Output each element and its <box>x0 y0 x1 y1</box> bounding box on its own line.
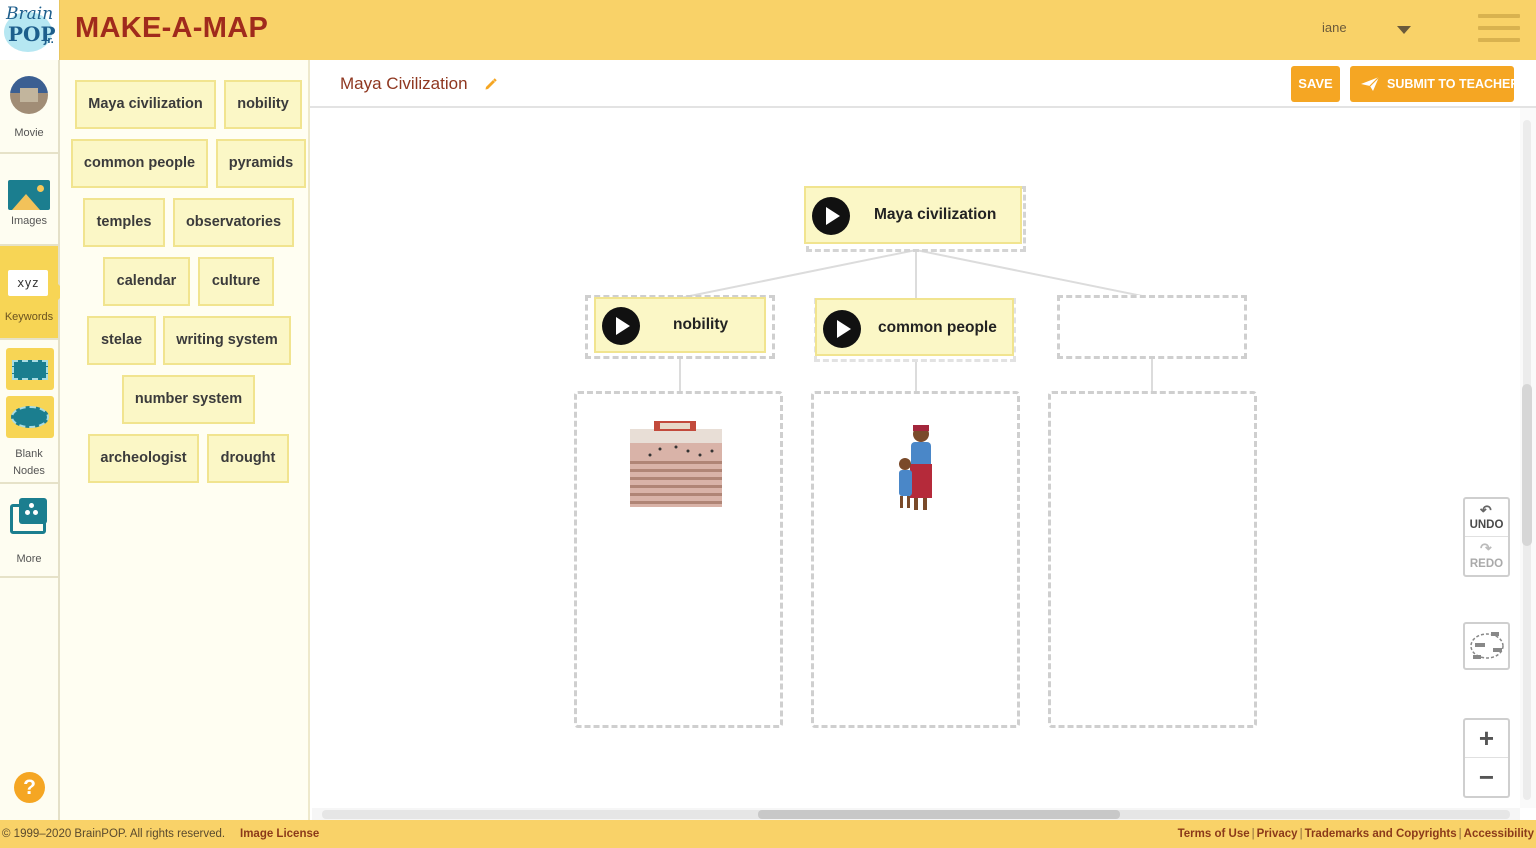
user-name[interactable]: iane <box>1322 20 1347 35</box>
concept-map-more-icon <box>10 498 47 534</box>
keyword-chip[interactable]: drought <box>207 434 289 483</box>
undo-arrow-icon: ↶ <box>1480 502 1492 518</box>
movie-thumbnail-icon <box>10 76 48 114</box>
dashed-oval-icon <box>11 406 49 428</box>
image-drop-box[interactable] <box>1048 391 1257 728</box>
make-a-map-app: Brain POP Jr. MAKE-A-MAP iane Movie Imag… <box>0 0 1536 848</box>
rail-label-more: More <box>16 553 42 565</box>
keyword-chip[interactable]: number system <box>122 375 255 424</box>
undo-redo-panel: ↶ UNDO ↷ REDO <box>1463 497 1510 577</box>
rail-label-nodes: Nodes <box>13 465 45 477</box>
logo-brain-text: Brain <box>6 4 54 24</box>
play-icon[interactable] <box>823 310 861 348</box>
rail-label-keywords: Keywords <box>4 311 54 323</box>
child-node-label: nobility <box>673 316 729 333</box>
child-node-label: common people <box>878 319 997 336</box>
keyword-chip[interactable]: nobility <box>224 80 302 129</box>
rail-item-blank-nodes: Blank Nodes <box>0 340 58 484</box>
mother-and-child-image[interactable] <box>896 424 940 514</box>
rail-label-movie: Movie <box>14 127 44 139</box>
zoom-in-button[interactable]: + <box>1465 720 1508 758</box>
pyramid-image[interactable] <box>630 421 722 507</box>
redo-button[interactable]: ↷ REDO <box>1465 538 1508 576</box>
rail-item-images[interactable]: Images <box>0 154 58 246</box>
redo-arrow-icon: ↷ <box>1480 540 1492 556</box>
keyword-panel: Maya civilization nobility common people… <box>60 60 310 820</box>
user-dropdown-caret-icon[interactable] <box>1397 26 1411 34</box>
image-drop-box[interactable] <box>574 391 783 728</box>
root-node-label: Maya civilization <box>874 206 997 223</box>
vertical-scroll-thumb[interactable] <box>1522 384 1532 546</box>
layout-toggle-icon <box>1470 632 1504 659</box>
horizontal-scroll-thumb[interactable] <box>758 810 1120 819</box>
app-header: Brain POP Jr. MAKE-A-MAP iane <box>0 0 1536 60</box>
keyword-chip[interactable]: common people <box>71 139 208 188</box>
blank-rectangle-node-button[interactable] <box>6 348 54 390</box>
map-title[interactable]: Maya Civilization <box>340 74 468 94</box>
keyword-chip[interactable]: culture <box>198 257 274 306</box>
images-icon <box>8 180 50 210</box>
help-button[interactable]: ? <box>14 772 45 803</box>
image-license-link[interactable]: Image License <box>240 820 319 848</box>
rail-label-images: Images <box>10 215 48 227</box>
empty-child-node[interactable] <box>1057 295 1247 359</box>
submit-to-teacher-button[interactable]: SUBMIT TO TEACHER <box>1350 66 1519 102</box>
root-node[interactable]: Maya civilization <box>804 186 1022 244</box>
trademarks-link[interactable]: Trademarks and Copyrights <box>1305 828 1457 840</box>
privacy-link[interactable]: Privacy <box>1257 828 1298 840</box>
layout-toggle-button[interactable] <box>1463 622 1510 670</box>
terms-of-use-link[interactable]: Terms of Use <box>1178 828 1250 840</box>
keywords-icon: xyz <box>8 270 48 296</box>
accessibility-link[interactable]: Accessibility <box>1464 828 1534 840</box>
undo-button[interactable]: ↶ UNDO <box>1465 499 1508 537</box>
rail-label-blank: Blank <box>15 448 43 460</box>
play-icon[interactable] <box>812 197 850 235</box>
app-title: MAKE-A-MAP <box>75 12 269 44</box>
keyword-chip[interactable]: archeologist <box>88 434 199 483</box>
undo-label: UNDO <box>1469 519 1504 531</box>
submit-label: SUBMIT TO TEACHER <box>1387 77 1520 91</box>
rail-item-movie[interactable]: Movie <box>0 60 58 154</box>
zoom-panel: + − <box>1463 718 1510 798</box>
keyword-chip[interactable]: pyramids <box>216 139 306 188</box>
keyword-chip[interactable]: calendar <box>103 257 190 306</box>
map-toolbar: Maya Civilization SAVE SUBMIT TO TEACHER <box>310 60 1536 108</box>
zoom-out-button[interactable]: − <box>1465 759 1508 797</box>
keyword-chip[interactable]: temples <box>83 198 165 247</box>
left-tool-rail: Movie Images xyz Keywords Blank Nodes Mo… <box>0 60 66 820</box>
child-node-common-people[interactable]: common people <box>815 298 1014 356</box>
hamburger-menu-icon[interactable] <box>1478 14 1520 46</box>
blank-oval-node-button[interactable] <box>6 396 54 438</box>
map-canvas[interactable]: Maya civilization nobility common people <box>310 108 1520 808</box>
play-icon[interactable] <box>602 307 640 345</box>
brainpop-jr-logo[interactable]: Brain POP Jr. <box>0 0 60 60</box>
rail-item-keywords[interactable]: xyz Keywords <box>0 246 66 340</box>
keyword-chip[interactable]: writing system <box>163 316 291 365</box>
keyword-chip[interactable]: stelae <box>87 316 156 365</box>
logo-jr-text: Jr. <box>44 36 54 46</box>
copyright-text: © 1999–2020 BrainPOP. All rights reserve… <box>2 828 226 840</box>
redo-label: REDO <box>1469 558 1504 570</box>
horizontal-scrollbar[interactable] <box>312 808 1520 820</box>
save-button[interactable]: SAVE <box>1291 66 1340 102</box>
rail-item-more[interactable]: More <box>0 484 58 578</box>
child-node-nobility[interactable]: nobility <box>594 297 766 353</box>
paper-plane-icon <box>1361 76 1380 91</box>
footer-links: Terms of Use | Privacy | Trademarks and Copy… <box>1177 828 1534 840</box>
pencil-edit-icon[interactable] <box>484 77 498 91</box>
dashed-rectangle-icon <box>12 360 48 380</box>
vertical-scrollbar[interactable] <box>1520 108 1536 808</box>
keyword-chip[interactable]: observatories <box>173 198 294 247</box>
image-drop-box[interactable] <box>811 391 1020 728</box>
footer: © 1999–2020 BrainPOP. All rights reserve… <box>0 820 1536 848</box>
keyword-chip[interactable]: Maya civilization <box>75 80 216 129</box>
